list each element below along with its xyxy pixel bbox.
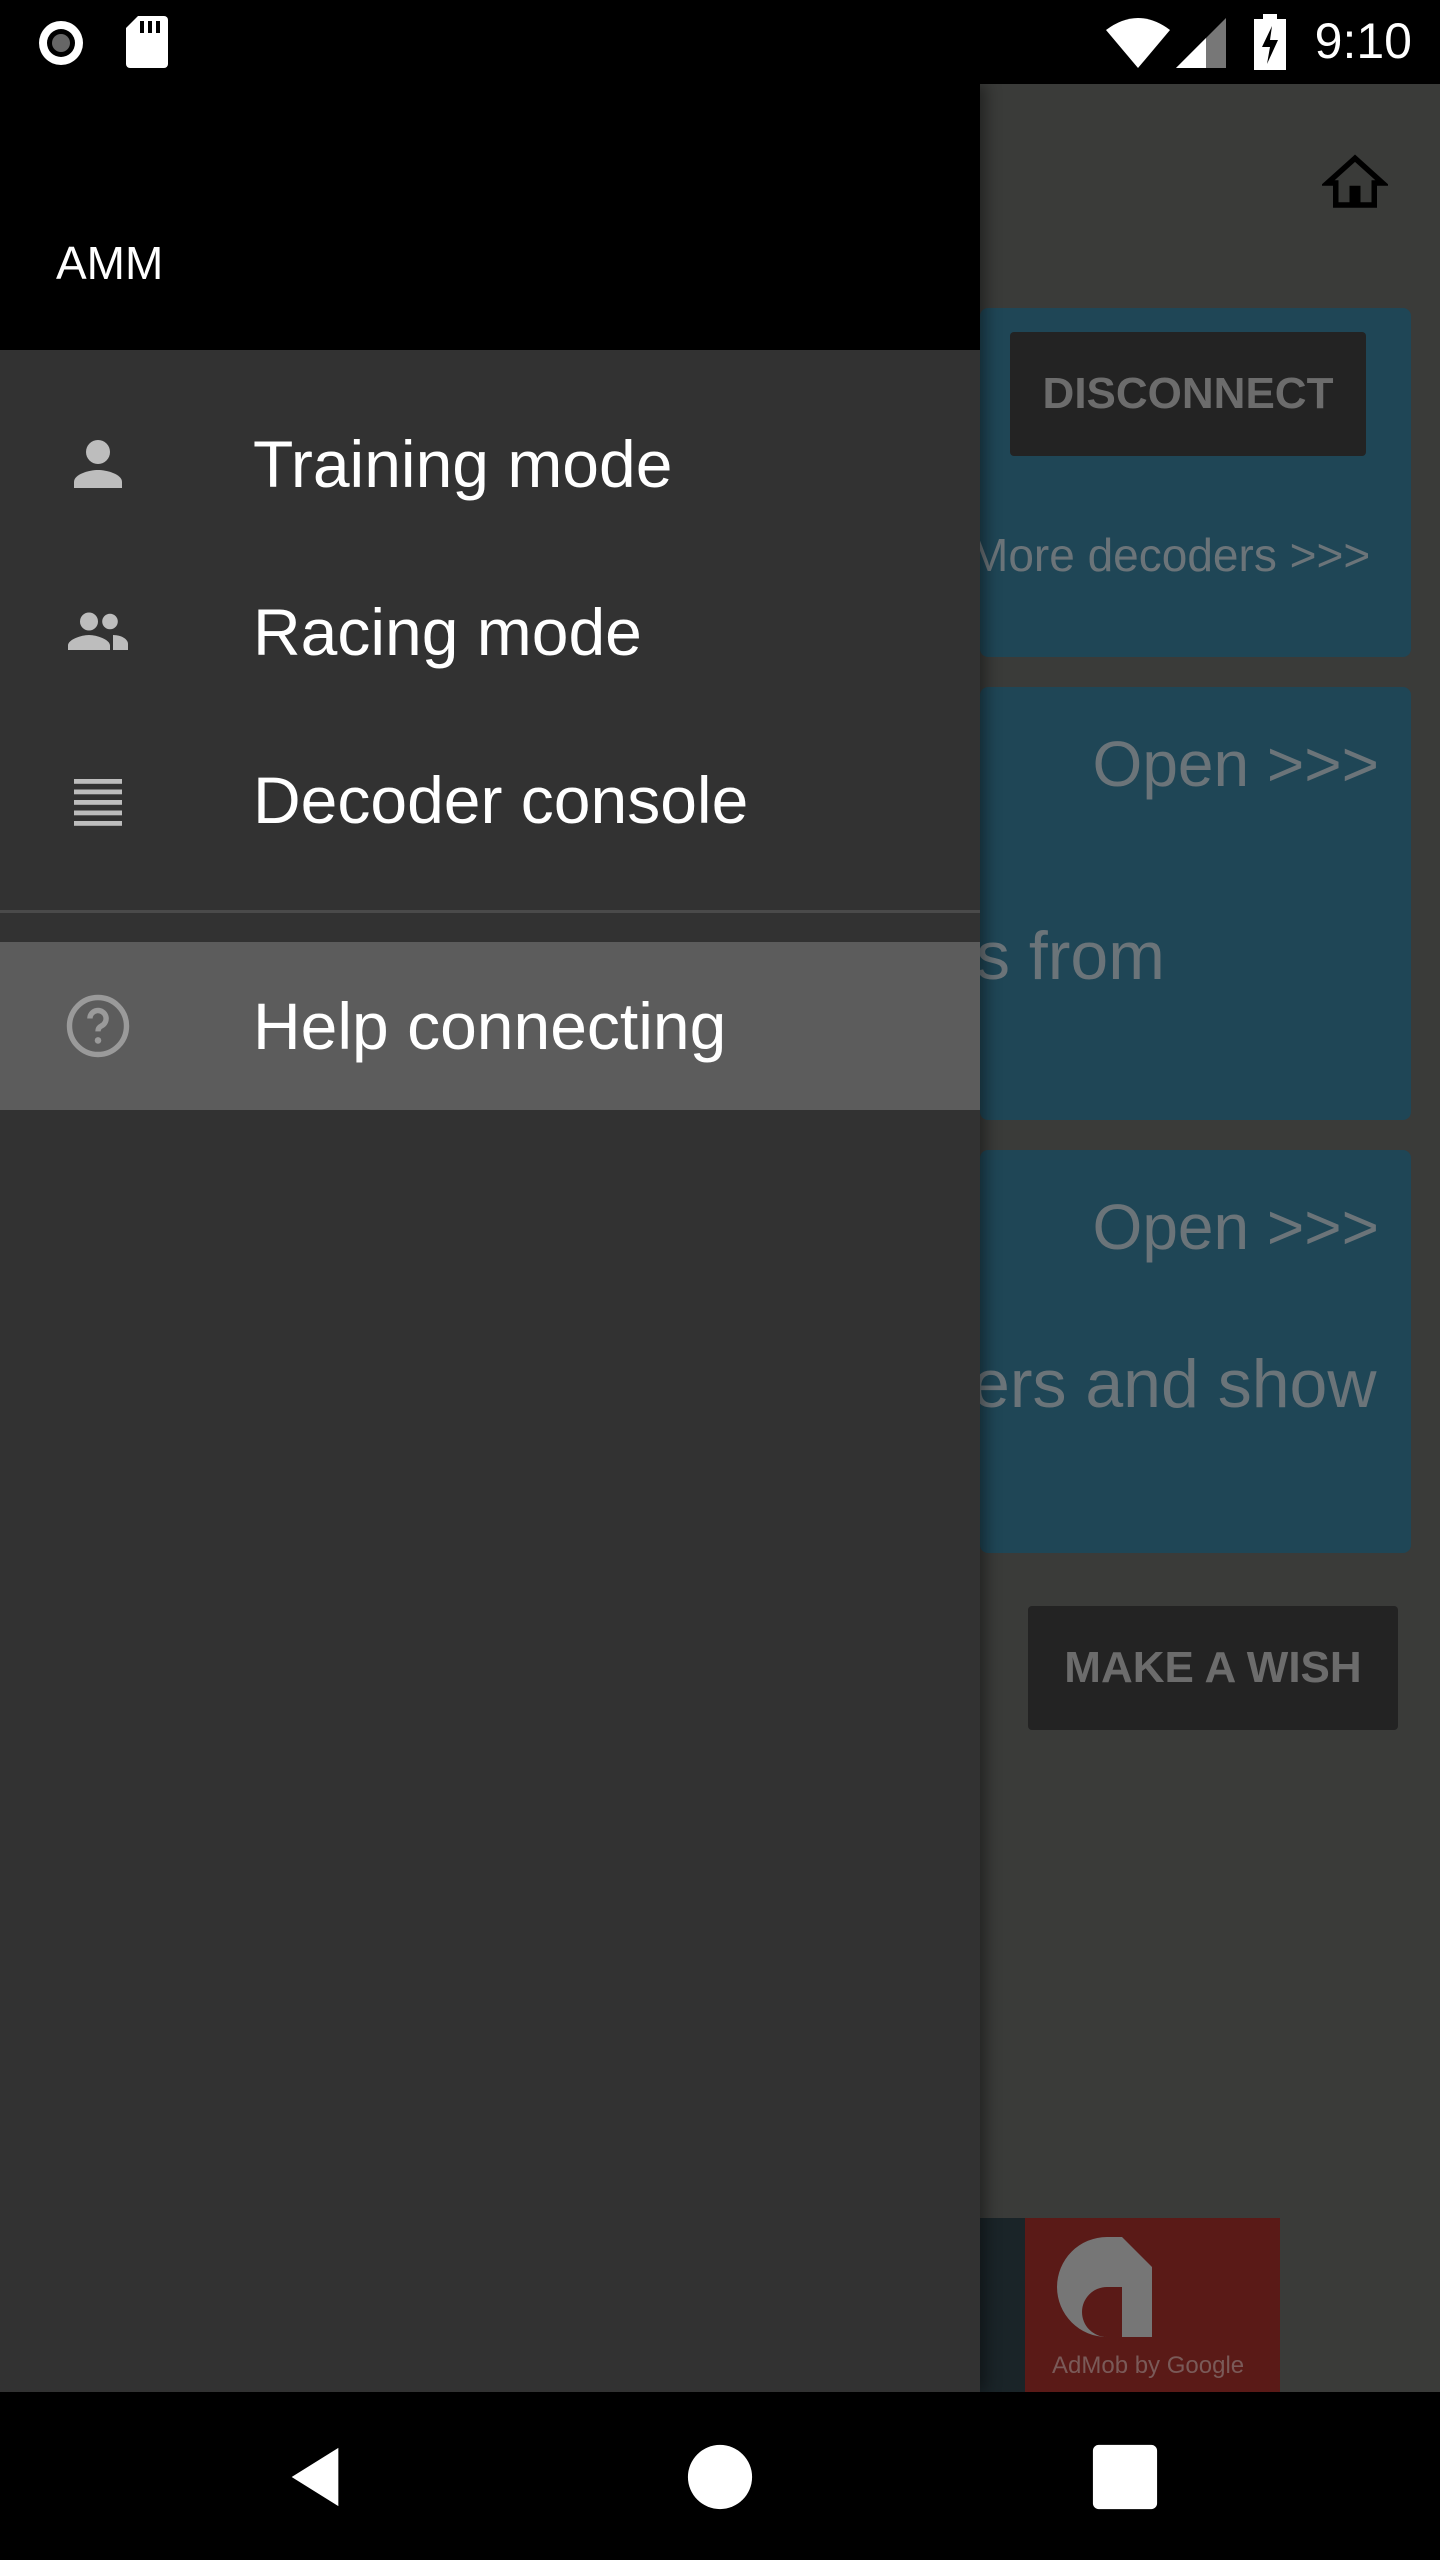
ad-label: AdMob by Google xyxy=(1052,2352,1245,2379)
drawer-item-training-mode[interactable]: Training mode xyxy=(0,380,980,548)
sd-card-icon xyxy=(126,16,168,68)
drawer-header: AMM xyxy=(0,84,980,350)
navigation-drawer: AMM Training mode Racing mode Decoder co… xyxy=(0,84,980,2392)
more-decoders-link[interactable]: More decoders >>> xyxy=(980,528,1370,582)
decoder-card: DISCONNECT More decoders >>> xyxy=(980,308,1411,657)
home-icon[interactable] xyxy=(1322,150,1388,216)
help-circle-icon xyxy=(66,994,130,1058)
clock: 9:10 xyxy=(1314,13,1412,69)
card-2[interactable]: Open >>> s from xyxy=(980,687,1411,1120)
divider xyxy=(0,910,980,913)
recents-icon[interactable] xyxy=(1090,2442,1160,2512)
admob-logo-icon xyxy=(1057,2237,1152,2337)
card-description: s from xyxy=(980,918,1165,994)
signal-icon xyxy=(1176,18,1226,68)
drawer-item-decoder-console[interactable]: Decoder console xyxy=(0,716,980,884)
record-icon xyxy=(39,21,83,65)
drawer-item-label: Help connecting xyxy=(253,989,727,1063)
open-link[interactable]: Open >>> xyxy=(1093,727,1379,801)
ad-banner[interactable]: AdMob by Google xyxy=(980,2218,1280,2392)
card-description: ers and show xyxy=(980,1346,1377,1422)
ad-side-panel xyxy=(980,2218,1025,2392)
battery-charging-icon xyxy=(1254,14,1286,70)
wifi-icon xyxy=(1106,18,1170,68)
status-bar: 9:10 xyxy=(0,0,1440,84)
home-nav-icon[interactable] xyxy=(685,2442,755,2512)
card-3[interactable]: Open >>> ers and show xyxy=(980,1150,1411,1553)
make-a-wish-button[interactable]: MAKE A WISH xyxy=(1028,1606,1398,1730)
drawer-item-racing-mode[interactable]: Racing mode xyxy=(0,548,980,716)
drawer-item-help-connecting[interactable]: Help connecting xyxy=(0,942,980,1110)
open-link[interactable]: Open >>> xyxy=(1093,1190,1379,1264)
back-icon[interactable] xyxy=(280,2442,350,2512)
drawer-item-label: Decoder console xyxy=(253,763,749,837)
app-title: AMM xyxy=(56,237,164,289)
drawer-item-label: Training mode xyxy=(253,427,673,501)
drawer-item-label: Racing mode xyxy=(253,595,642,669)
people-icon xyxy=(68,612,128,650)
person-icon xyxy=(74,440,122,488)
disconnect-button[interactable]: DISCONNECT xyxy=(1010,332,1366,456)
list-icon xyxy=(74,779,122,826)
system-nav-bar xyxy=(0,2392,1440,2560)
